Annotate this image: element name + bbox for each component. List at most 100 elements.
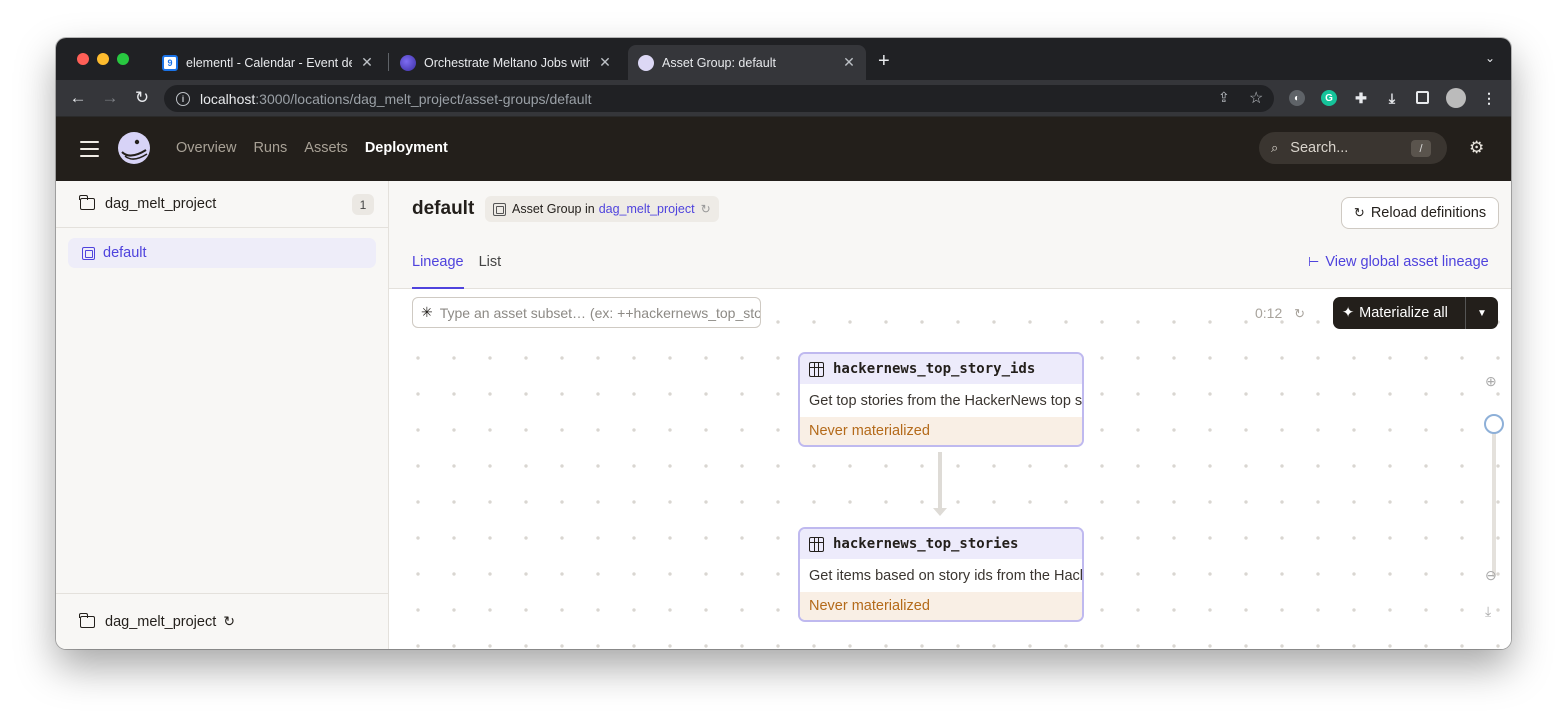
main-content: default Asset Group in dag_melt_project …	[389, 181, 1511, 649]
asset-graph-canvas[interactable]: ✳ Type an asset subset… (ex: ++hackernew…	[389, 289, 1511, 649]
asset-node-status: Never materialized	[800, 417, 1082, 445]
refresh-countdown: 0:12 ↻	[1255, 305, 1305, 322]
close-tab-icon[interactable]: ✕	[842, 54, 856, 71]
download-icon[interactable]: ⤓	[1384, 90, 1400, 106]
asset-node[interactable]: hackernews_top_story_ids Get top stories…	[798, 352, 1084, 447]
back-arrow-icon[interactable]: ←	[68, 88, 88, 108]
asset-subset-input[interactable]: ✳ Type an asset subset… (ex: ++hackernew…	[412, 297, 761, 328]
minimize-window-button[interactable]	[97, 53, 109, 65]
browser-tab-meltano[interactable]: Orchestrate Meltano Jobs with Dagster ✕	[390, 45, 622, 80]
refresh-icon[interactable]: ↻	[1294, 306, 1305, 321]
nav-assets[interactable]: Assets	[304, 140, 348, 156]
url-path: :3000/locations/dag_melt_project/asset-g…	[255, 90, 592, 107]
close-tab-icon[interactable]: ✕	[598, 54, 612, 71]
table-icon	[809, 536, 824, 552]
reload-definitions-button[interactable]: ↻ Reload definitions	[1341, 197, 1499, 229]
close-window-button[interactable]	[77, 53, 89, 65]
sidebar-item-label: default	[103, 245, 147, 261]
materialize-all-button[interactable]: ✦ Materialize all	[1333, 297, 1466, 329]
dagster-icon	[638, 54, 654, 71]
new-tab-button[interactable]: +	[878, 50, 890, 73]
repository-count-badge: 1	[352, 194, 374, 215]
asset-node[interactable]: hackernews_top_stories Get items based o…	[798, 527, 1084, 622]
zoom-slider-handle[interactable]	[1484, 414, 1504, 434]
asset-node-description: Get top stories from the HackerNews top …	[809, 392, 1082, 409]
side-panel-icon[interactable]	[1416, 91, 1429, 104]
reload-icon[interactable]: ↻	[132, 88, 152, 108]
settings-gear-icon[interactable]: ⚙	[1469, 138, 1484, 158]
asset-group-icon	[82, 246, 95, 260]
nav-overview[interactable]: Overview	[176, 140, 236, 156]
maximize-window-button[interactable]	[117, 53, 129, 65]
search-placeholder: Search...	[1290, 140, 1349, 156]
grammarly-extension-icon[interactable]: G	[1321, 90, 1337, 106]
profile-avatar[interactable]	[1446, 88, 1466, 108]
zoom-in-icon[interactable]: ⊕	[1485, 373, 1497, 390]
app-header: Overview Runs Assets Deployment ⌕ Search…	[56, 117, 1511, 181]
bookmark-star-icon[interactable]: ☆	[1249, 88, 1263, 108]
view-global-lineage-label: View global asset lineage	[1325, 254, 1489, 270]
tab-divider	[388, 53, 389, 71]
site-info-icon[interactable]: i	[176, 91, 190, 106]
browser-tab-bar: 9 elementl - Calendar - Event details ✕ …	[56, 38, 1511, 80]
search-shortcut-hint: /	[1411, 140, 1431, 157]
reload-icon: ↻	[1353, 205, 1365, 220]
zoom-out-icon[interactable]: ⊖	[1485, 567, 1497, 584]
dependency-edge	[938, 452, 942, 512]
nav-deployment[interactable]: Deployment	[365, 140, 448, 156]
repository-name: dag_melt_project	[105, 196, 217, 212]
page-title: default	[412, 198, 475, 219]
dagster-logo-icon[interactable]	[116, 130, 152, 166]
materialize-options-chevron-icon[interactable]: ▼	[1466, 308, 1498, 319]
reload-definitions-label: Reload definitions	[1370, 205, 1487, 221]
left-sidebar: dag_melt_project 1 default dag_melt_proj…	[56, 181, 389, 649]
browser-tab-calendar[interactable]: 9 elementl - Calendar - Event details ✕	[152, 45, 384, 80]
asset-node-header: hackernews_top_stories	[800, 529, 1082, 559]
asset-group-icon	[493, 202, 506, 216]
url-host: localhost	[200, 90, 256, 107]
browser-window: 9 elementl - Calendar - Event details ✕ …	[56, 38, 1511, 649]
tab-title: Orchestrate Meltano Jobs with Dagster	[424, 55, 590, 70]
extensions-puzzle-icon[interactable]: ✚	[1353, 90, 1369, 106]
tab-title: Asset Group: default	[662, 55, 776, 70]
view-global-lineage-link[interactable]: ⊢ View global asset lineage	[1308, 254, 1489, 270]
asset-selection-icon: ✳	[421, 304, 433, 320]
search-button[interactable]: ⌕ Search... /	[1259, 132, 1447, 164]
tab-title: elementl - Calendar - Event details	[186, 55, 352, 70]
sidebar-item-default[interactable]: default	[68, 238, 376, 268]
calendar-icon: 9	[162, 54, 178, 71]
materialize-all-label: Materialize all	[1359, 305, 1448, 321]
tag-prefix: Asset Group in	[512, 202, 595, 216]
location-name: dag_melt_project	[105, 613, 217, 630]
forward-arrow-icon[interactable]: →	[100, 88, 120, 108]
tab-lineage[interactable]: Lineage	[412, 254, 464, 289]
page-tabs: Lineage List	[412, 254, 516, 289]
repository-link[interactable]: dag_melt_project	[599, 202, 695, 216]
asset-node-description: Get items based on story ids from the Ha…	[809, 567, 1082, 584]
reload-icon[interactable]: ↻	[701, 202, 711, 216]
top-navigation: Overview Runs Assets Deployment	[176, 140, 465, 156]
reload-location-icon[interactable]: ↻	[223, 613, 235, 630]
download-graph-icon[interactable]: ⤓	[1485, 603, 1491, 620]
close-tab-icon[interactable]: ✕	[360, 54, 374, 71]
browser-menu-icon[interactable]: ⋮	[1481, 90, 1497, 106]
search-icon: ⌕	[1271, 140, 1279, 155]
zoom-slider-track[interactable]	[1492, 427, 1496, 577]
browser-tab-asset-group[interactable]: Asset Group: default ✕	[628, 45, 866, 80]
repository-header[interactable]: dag_melt_project 1	[56, 181, 388, 228]
lineage-icon: ⊢	[1308, 254, 1320, 269]
nav-runs[interactable]: Runs	[253, 140, 287, 156]
menu-hamburger-icon[interactable]	[80, 141, 99, 162]
tab-search-chevron-icon[interactable]: ⌄	[1485, 51, 1495, 65]
vpn-extension-icon[interactable]: ◐	[1289, 90, 1305, 106]
location-footer[interactable]: dag_melt_project ↻	[56, 593, 388, 649]
materialize-all-button-group: ✦ Materialize all ▼	[1333, 297, 1498, 329]
share-icon[interactable]: ⇪	[1218, 89, 1230, 106]
sparkle-icon: ✦	[1342, 305, 1355, 321]
address-bar[interactable]: i localhost:3000/locations/dag_melt_proj…	[164, 85, 1274, 112]
asset-group-tag: Asset Group in dag_melt_project ↻	[485, 196, 719, 222]
browser-toolbar: ← → ↻ i localhost:3000/locations/dag_mel…	[56, 80, 1511, 117]
meltano-icon	[400, 54, 416, 71]
asset-node-header: hackernews_top_story_ids	[800, 354, 1082, 384]
tab-list[interactable]: List	[479, 254, 502, 289]
